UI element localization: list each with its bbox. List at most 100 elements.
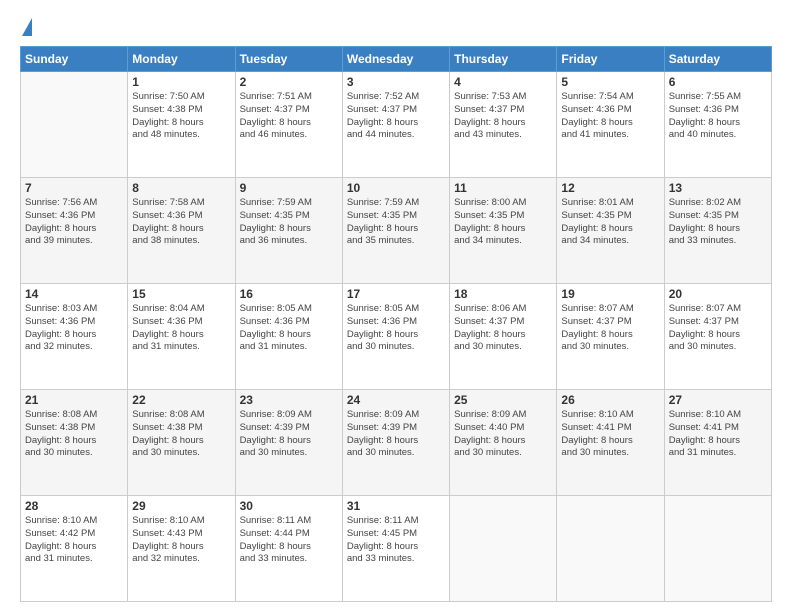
calendar-cell: 8Sunrise: 7:58 AM Sunset: 4:36 PM Daylig… <box>128 178 235 284</box>
cell-info: Sunrise: 8:10 AM Sunset: 4:41 PM Dayligh… <box>669 409 767 460</box>
cell-info: Sunrise: 7:54 AM Sunset: 4:36 PM Dayligh… <box>561 91 659 142</box>
day-number: 20 <box>669 287 767 301</box>
day-number: 8 <box>132 181 230 195</box>
calendar-cell: 3 Sunrise: 7:52 AM Sunset: 4:37 PM Daylig… <box>342 72 449 178</box>
calendar-cell: 2 Sunrise: 7:51 AM Sunset: 4:37 PM Daylig… <box>235 72 342 178</box>
calendar-cell: 7 Sunrise: 7:56 AM Sunset: 4:36 PM Daylig… <box>21 178 128 284</box>
calendar-cell: 20 Sunrise: 8:07 AM Sunset: 4:37 PM Dayli… <box>664 284 771 390</box>
page: SundayMondayTuesdayWednesdayThursdayFrid… <box>0 0 792 612</box>
calendar-week-row: 28 Sunrise: 8:10 AM Sunset: 4:42 PM Dayli… <box>21 496 772 602</box>
day-number: 28 <box>25 499 123 513</box>
cell-info: Sunrise: 7:59 AM Sunset: 4:35 PM Dayligh… <box>240 197 338 248</box>
calendar-cell <box>21 72 128 178</box>
cell-info: Sunrise: 8:01 AM Sunset: 4:35 PM Dayligh… <box>561 197 659 248</box>
cell-info: Sunrise: 7:56 AM Sunset: 4:36 PM Dayligh… <box>25 197 123 248</box>
cell-info: Sunrise: 8:08 AM Sunset: 4:38 PM Dayligh… <box>132 409 230 460</box>
calendar-cell: 9 Sunrise: 7:59 AM Sunset: 4:35 PM Daylig… <box>235 178 342 284</box>
calendar-cell: 31 Sunrise: 8:11 AM Sunset: 4:45 PM Dayli… <box>342 496 449 602</box>
day-number: 4 <box>454 75 552 89</box>
weekday-header-thursday: Thursday <box>450 47 557 72</box>
calendar-cell: 23 Sunrise: 8:09 AM Sunset: 4:39 PM Dayli… <box>235 390 342 496</box>
day-number: 26 <box>561 393 659 407</box>
day-number: 22 <box>132 393 230 407</box>
cell-info: Sunrise: 7:50 AM Sunset: 4:38 PM Dayligh… <box>132 91 230 142</box>
day-number: 6 <box>669 75 767 89</box>
calendar-cell: 24 Sunrise: 8:09 AM Sunset: 4:39 PM Dayli… <box>342 390 449 496</box>
day-number: 7 <box>25 181 123 195</box>
calendar-cell: 14 Sunrise: 8:03 AM Sunset: 4:36 PM Dayli… <box>21 284 128 390</box>
cell-info: Sunrise: 8:11 AM Sunset: 4:44 PM Dayligh… <box>240 515 338 566</box>
calendar-cell: 1 Sunrise: 7:50 AM Sunset: 4:38 PM Daylig… <box>128 72 235 178</box>
calendar-cell: 30 Sunrise: 8:11 AM Sunset: 4:44 PM Dayli… <box>235 496 342 602</box>
day-number: 12 <box>561 181 659 195</box>
cell-info: Sunrise: 8:00 AM Sunset: 4:35 PM Dayligh… <box>454 197 552 248</box>
cell-info: Sunrise: 8:09 AM Sunset: 4:40 PM Dayligh… <box>454 409 552 460</box>
calendar-cell: 12 Sunrise: 8:01 AM Sunset: 4:35 PM Dayli… <box>557 178 664 284</box>
cell-info: Sunrise: 7:51 AM Sunset: 4:37 PM Dayligh… <box>240 91 338 142</box>
cell-info: Sunrise: 8:07 AM Sunset: 4:37 PM Dayligh… <box>561 303 659 354</box>
cell-info: Sunrise: 7:55 AM Sunset: 4:36 PM Dayligh… <box>669 91 767 142</box>
cell-info: Sunrise: 8:10 AM Sunset: 4:41 PM Dayligh… <box>561 409 659 460</box>
calendar-week-row: 7 Sunrise: 7:56 AM Sunset: 4:36 PM Daylig… <box>21 178 772 284</box>
calendar-cell: 4Sunrise: 7:53 AM Sunset: 4:37 PM Daylig… <box>450 72 557 178</box>
calendar-cell: 21 Sunrise: 8:08 AM Sunset: 4:38 PM Dayli… <box>21 390 128 496</box>
calendar-cell: 13 Sunrise: 8:02 AM Sunset: 4:35 PM Dayli… <box>664 178 771 284</box>
calendar-cell: 6 Sunrise: 7:55 AM Sunset: 4:36 PM Daylig… <box>664 72 771 178</box>
day-number: 5 <box>561 75 659 89</box>
cell-info: Sunrise: 8:07 AM Sunset: 4:37 PM Dayligh… <box>669 303 767 354</box>
calendar-cell: 29Sunrise: 8:10 AM Sunset: 4:43 PM Dayli… <box>128 496 235 602</box>
day-number: 11 <box>454 181 552 195</box>
cell-info: Sunrise: 8:09 AM Sunset: 4:39 PM Dayligh… <box>347 409 445 460</box>
calendar-cell: 22 Sunrise: 8:08 AM Sunset: 4:38 PM Dayli… <box>128 390 235 496</box>
calendar-cell: 11 Sunrise: 8:00 AM Sunset: 4:35 PM Dayli… <box>450 178 557 284</box>
calendar-week-row: 14 Sunrise: 8:03 AM Sunset: 4:36 PM Dayli… <box>21 284 772 390</box>
cell-info: Sunrise: 8:05 AM Sunset: 4:36 PM Dayligh… <box>347 303 445 354</box>
weekday-header-saturday: Saturday <box>664 47 771 72</box>
calendar-cell <box>664 496 771 602</box>
day-number: 24 <box>347 393 445 407</box>
calendar-cell: 17 Sunrise: 8:05 AM Sunset: 4:36 PM Dayli… <box>342 284 449 390</box>
calendar-cell: 19Sunrise: 8:07 AM Sunset: 4:37 PM Dayli… <box>557 284 664 390</box>
day-number: 10 <box>347 181 445 195</box>
day-number: 31 <box>347 499 445 513</box>
calendar-week-row: 1 Sunrise: 7:50 AM Sunset: 4:38 PM Daylig… <box>21 72 772 178</box>
day-number: 17 <box>347 287 445 301</box>
day-number: 9 <box>240 181 338 195</box>
day-number: 18 <box>454 287 552 301</box>
cell-info: Sunrise: 8:08 AM Sunset: 4:38 PM Dayligh… <box>25 409 123 460</box>
day-number: 14 <box>25 287 123 301</box>
cell-info: Sunrise: 8:06 AM Sunset: 4:37 PM Dayligh… <box>454 303 552 354</box>
calendar-cell: 5 Sunrise: 7:54 AM Sunset: 4:36 PM Daylig… <box>557 72 664 178</box>
weekday-header-tuesday: Tuesday <box>235 47 342 72</box>
calendar-week-row: 21 Sunrise: 8:08 AM Sunset: 4:38 PM Dayli… <box>21 390 772 496</box>
cell-info: Sunrise: 8:09 AM Sunset: 4:39 PM Dayligh… <box>240 409 338 460</box>
cell-info: Sunrise: 8:11 AM Sunset: 4:45 PM Dayligh… <box>347 515 445 566</box>
day-number: 2 <box>240 75 338 89</box>
cell-info: Sunrise: 8:02 AM Sunset: 4:35 PM Dayligh… <box>669 197 767 248</box>
calendar-cell: 27Sunrise: 8:10 AM Sunset: 4:41 PM Dayli… <box>664 390 771 496</box>
weekday-header-row: SundayMondayTuesdayWednesdayThursdayFrid… <box>21 47 772 72</box>
calendar-cell: 18 Sunrise: 8:06 AM Sunset: 4:37 PM Dayli… <box>450 284 557 390</box>
day-number: 15 <box>132 287 230 301</box>
calendar-cell: 15Sunrise: 8:04 AM Sunset: 4:36 PM Dayli… <box>128 284 235 390</box>
day-number: 13 <box>669 181 767 195</box>
logo <box>20 18 32 38</box>
cell-info: Sunrise: 8:10 AM Sunset: 4:42 PM Dayligh… <box>25 515 123 566</box>
logo-triangle-icon <box>22 18 32 36</box>
cell-info: Sunrise: 7:59 AM Sunset: 4:35 PM Dayligh… <box>347 197 445 248</box>
cell-info: Sunrise: 8:03 AM Sunset: 4:36 PM Dayligh… <box>25 303 123 354</box>
day-number: 23 <box>240 393 338 407</box>
day-number: 21 <box>25 393 123 407</box>
calendar-cell: 26 Sunrise: 8:10 AM Sunset: 4:41 PM Dayli… <box>557 390 664 496</box>
day-number: 1 <box>132 75 230 89</box>
day-number: 3 <box>347 75 445 89</box>
day-number: 30 <box>240 499 338 513</box>
cell-info: Sunrise: 8:10 AM Sunset: 4:43 PM Dayligh… <box>132 515 230 566</box>
day-number: 16 <box>240 287 338 301</box>
calendar-cell: 28 Sunrise: 8:10 AM Sunset: 4:42 PM Dayli… <box>21 496 128 602</box>
cell-info: Sunrise: 7:52 AM Sunset: 4:37 PM Dayligh… <box>347 91 445 142</box>
calendar-cell <box>450 496 557 602</box>
calendar-table: SundayMondayTuesdayWednesdayThursdayFrid… <box>20 46 772 602</box>
calendar-cell: 10 Sunrise: 7:59 AM Sunset: 4:35 PM Dayli… <box>342 178 449 284</box>
calendar-cell: 16Sunrise: 8:05 AM Sunset: 4:36 PM Dayli… <box>235 284 342 390</box>
